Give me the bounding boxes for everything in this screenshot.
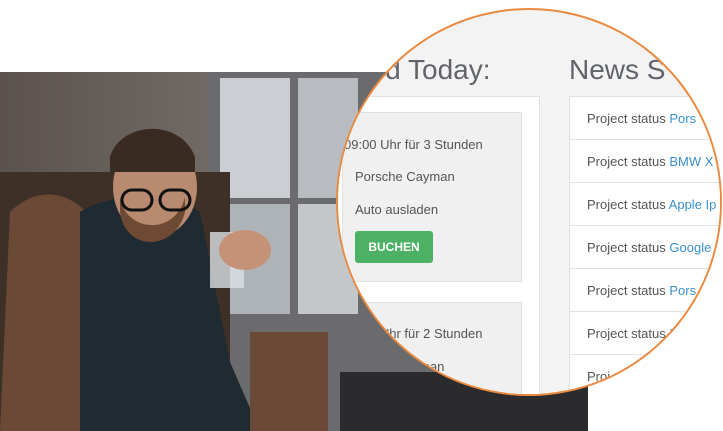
news-prefix: Proj: [587, 369, 611, 384]
card-time: 09:00 Uhr für 3 Stunden: [344, 137, 483, 152]
news-prefix: Project status: [587, 240, 666, 255]
book-button[interactable]: BUCHEN: [355, 231, 433, 263]
news-prefix: Project status: [587, 111, 666, 126]
news-link[interactable]: Pors: [669, 326, 696, 341]
news-panel: Project status Pors Project status BMW X…: [569, 96, 720, 394]
magnifier-lens: ned Today: News S 09:00 Uhr für 3 Stunde…: [336, 8, 722, 396]
card-car: Porsche Cayman: [355, 169, 455, 184]
news-item[interactable]: Proj: [570, 355, 720, 394]
news-link[interactable]: Google: [669, 240, 711, 255]
news-prefix: Project status: [587, 197, 666, 212]
news-item[interactable]: Project status BMW X: [570, 140, 720, 183]
news-heading: News S: [569, 54, 666, 85]
booking-card: 0 Uhr für 2 Stunden Cayman De: [342, 302, 522, 394]
news-link[interactable]: BMW X: [669, 154, 713, 169]
news-item[interactable]: Project status Pors: [570, 312, 720, 355]
news-item[interactable]: Project status Google: [570, 226, 720, 269]
news-link[interactable]: Pors: [669, 111, 696, 126]
card-time: 0 Uhr für 2 Stunden: [369, 326, 483, 341]
news-link[interactable]: Pors: [669, 283, 696, 298]
schedule-heading: ned Today:: [354, 54, 491, 85]
news-item[interactable]: Project status Apple Ip: [570, 183, 720, 226]
news-prefix: Project status: [587, 154, 666, 169]
news-link[interactable]: Apple Ip: [669, 197, 717, 212]
news-item[interactable]: Project status Pors: [570, 97, 720, 140]
booking-card: 09:00 Uhr für 3 Stunden Porsche Cayman A…: [342, 112, 522, 282]
news-item[interactable]: Project status Pors: [570, 269, 720, 312]
card-car: Cayman: [396, 359, 445, 374]
news-prefix: Project status: [587, 326, 666, 341]
card-task: Auto ausladen: [355, 202, 439, 217]
news-prefix: Project status: [587, 283, 666, 298]
